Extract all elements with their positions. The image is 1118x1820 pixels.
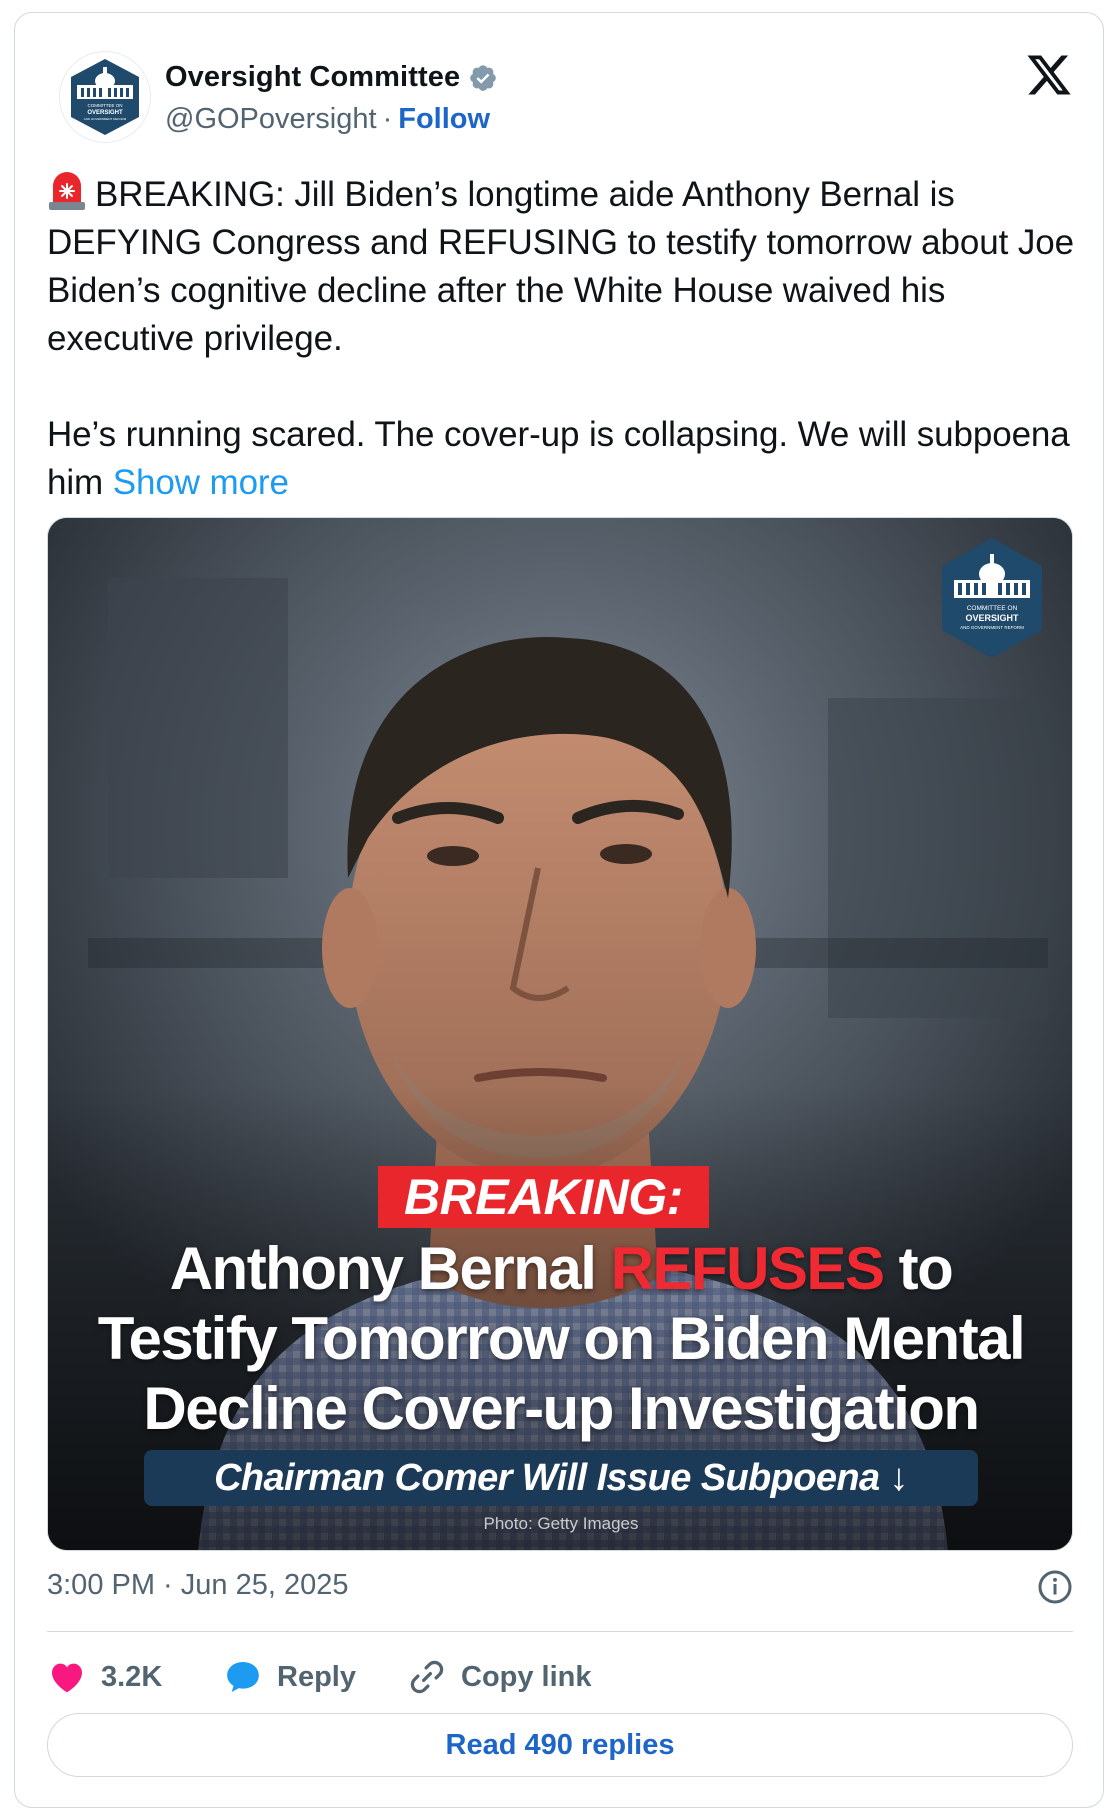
oversight-logo-icon: COMMITTEE ON OVERSIGHT AND GOVERNMENT RE… [942, 538, 1042, 658]
avatar-logo-line3: AND GOVERNMENT REFORM [84, 117, 127, 121]
photo-credit: Photo: Getty Images [483, 1514, 639, 1533]
divider [47, 1631, 1073, 1632]
avatar-logo-line2: OVERSIGHT [87, 110, 123, 116]
info-icon[interactable] [1037, 1569, 1073, 1605]
verified-badge-icon [470, 64, 496, 91]
headline-line-2: Testify Tomorrow on Biden Mental [97, 1305, 1026, 1372]
author-name-row[interactable]: Oversight Committee [165, 61, 498, 94]
reply-button[interactable]: Reply [223, 1657, 356, 1697]
separator-dot: · [382, 103, 393, 135]
avatar[interactable]: COMMITTEE ON OVERSIGHT AND GOVERNMENT RE… [59, 51, 151, 143]
show-more-link[interactable]: Show more [113, 463, 289, 502]
media-logo-line1: COMMITTEE ON [967, 605, 1018, 612]
link-icon [410, 1660, 444, 1694]
tweet-paragraph-1: BREAKING: Jill Biden’s longtime aide Ant… [47, 171, 1087, 363]
handle-row: @GOPoversight · Follow [165, 103, 490, 136]
heart-icon [52, 1663, 82, 1693]
tweet-timestamp[interactable]: 3:00 PM · Jun 25, 2025 [47, 1569, 348, 1602]
headline-part1: Anthony Bernal [169, 1235, 611, 1302]
tweet-paragraph-2: He’s running scared. The cover-up is col… [47, 411, 1087, 507]
headline-line-1: Anthony Bernal REFUSES to [48, 1234, 1072, 1304]
follow-button[interactable]: Follow [398, 103, 490, 136]
avatar-logo-line1: COMMITTEE ON [88, 103, 123, 108]
reply-label: Reply [277, 1660, 356, 1693]
headline-red-word: REFUSES [610, 1235, 885, 1302]
like-button[interactable]: 3.2K [47, 1657, 162, 1697]
tweet-paragraph-1-text: BREAKING: Jill Biden’s longtime aide Ant… [47, 175, 1074, 358]
x-logo-icon[interactable] [1025, 51, 1073, 99]
subpoena-banner: Chairman Comer Will Issue Subpoena ↓ [144, 1450, 978, 1506]
reply-bubble-icon [227, 1662, 259, 1692]
breaking-tag: BREAKING: [378, 1166, 709, 1228]
read-replies-button[interactable]: Read 490 replies [47, 1713, 1073, 1777]
tweet-card: COMMITTEE ON OVERSIGHT AND GOVERNMENT RE… [14, 12, 1104, 1808]
copy-link-label: Copy link [461, 1660, 592, 1693]
media-logo-line3: AND GOVERNMENT REFORM [960, 625, 1024, 630]
capitol-logo-icon: COMMITTEE ON OVERSIGHT AND GOVERNMENT RE… [71, 59, 139, 135]
headline-line-3: Decline Cover-up Investigation [143, 1375, 980, 1442]
tweet-text: BREAKING: Jill Biden’s longtime aide Ant… [47, 171, 1087, 507]
copy-link-button[interactable]: Copy link [407, 1657, 592, 1697]
like-count: 3.2K [101, 1660, 163, 1693]
image-headline: Anthony Bernal REFUSES to Testify Tomorr… [48, 1234, 1072, 1444]
author-name[interactable]: Oversight Committee [165, 61, 460, 94]
media-logo-line2: OVERSIGHT [965, 613, 1019, 623]
siren-icon [49, 172, 85, 210]
headline-part2: to [883, 1235, 954, 1302]
author-handle[interactable]: @GOPoversight [165, 103, 377, 136]
tweet-image[interactable]: COMMITTEE ON OVERSIGHT AND GOVERNMENT RE… [47, 517, 1073, 1551]
